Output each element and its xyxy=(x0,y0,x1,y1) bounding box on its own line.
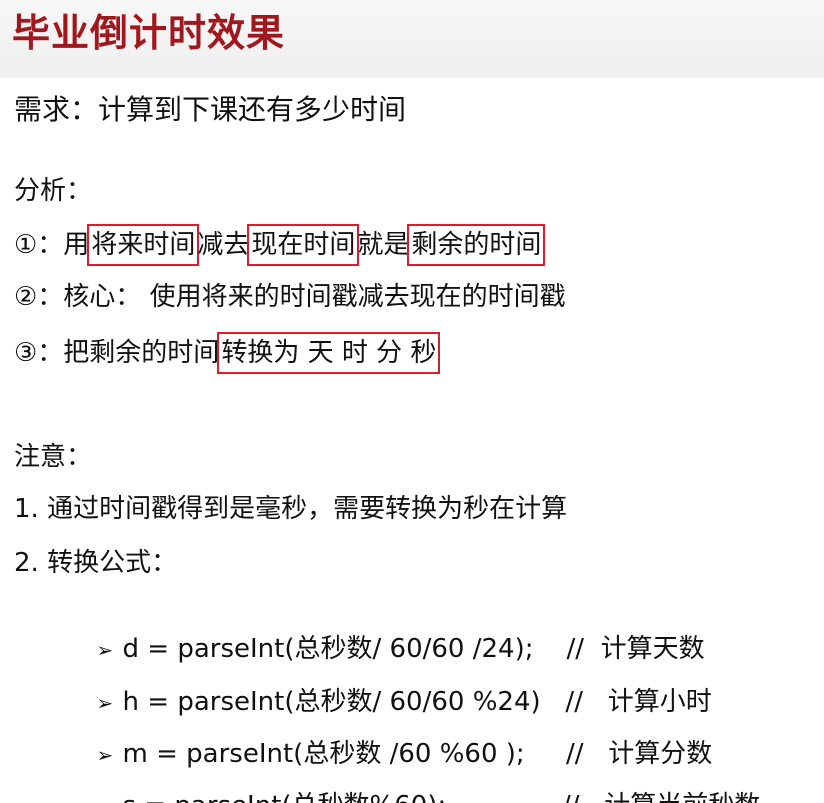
highlight-box-future-time: 将来时间 xyxy=(87,224,200,266)
analysis-point-3-prefix: ③：把剩余的时间 xyxy=(14,338,220,368)
analysis-point-2: ②：核心： 使用将来的时间戳减去现在的时间戳 xyxy=(14,282,566,312)
highlight-box-remaining-time: 剩余的时间 xyxy=(407,224,546,266)
note-item-2: 2. 转换公式： xyxy=(14,548,178,578)
formula-code: s = parseInt(总秒数%60); xyxy=(123,791,447,803)
highlight-box-convert-units: 转换为 天 时 分 秒 xyxy=(217,332,441,374)
highlight-box-current-time: 现在时间 xyxy=(247,224,360,266)
analysis-point-1-mid2: 就是 xyxy=(357,230,410,260)
analysis-point-1: ①：用将来时间减去现在时间就是剩余的时间 xyxy=(14,224,546,266)
page-title: 毕业倒计时效果 xyxy=(12,11,286,55)
formula-comment: // 计算当前秒数 xyxy=(446,791,760,803)
note-item-1: 1. 通过时间戳得到是毫秒，需要转换为秒在计算 xyxy=(14,494,568,524)
formula-seconds: ➢s = parseInt(总秒数%60); // 计算当前秒数 xyxy=(80,755,761,803)
analysis-point-1-prefix: ①：用 xyxy=(14,230,90,260)
analysis-point-3: ③：把剩余的时间转换为 天 时 分 秒 xyxy=(14,332,441,374)
notes-heading: 注意： xyxy=(14,442,93,472)
analysis-heading: 分析： xyxy=(14,176,93,206)
slide-header: 毕业倒计时效果 xyxy=(0,0,824,78)
requirement-text: 需求：计算到下课还有多少时间 xyxy=(14,93,407,126)
arrow-bullet-icon: ➢ xyxy=(97,790,123,803)
analysis-point-1-mid1: 减去 xyxy=(197,230,250,260)
